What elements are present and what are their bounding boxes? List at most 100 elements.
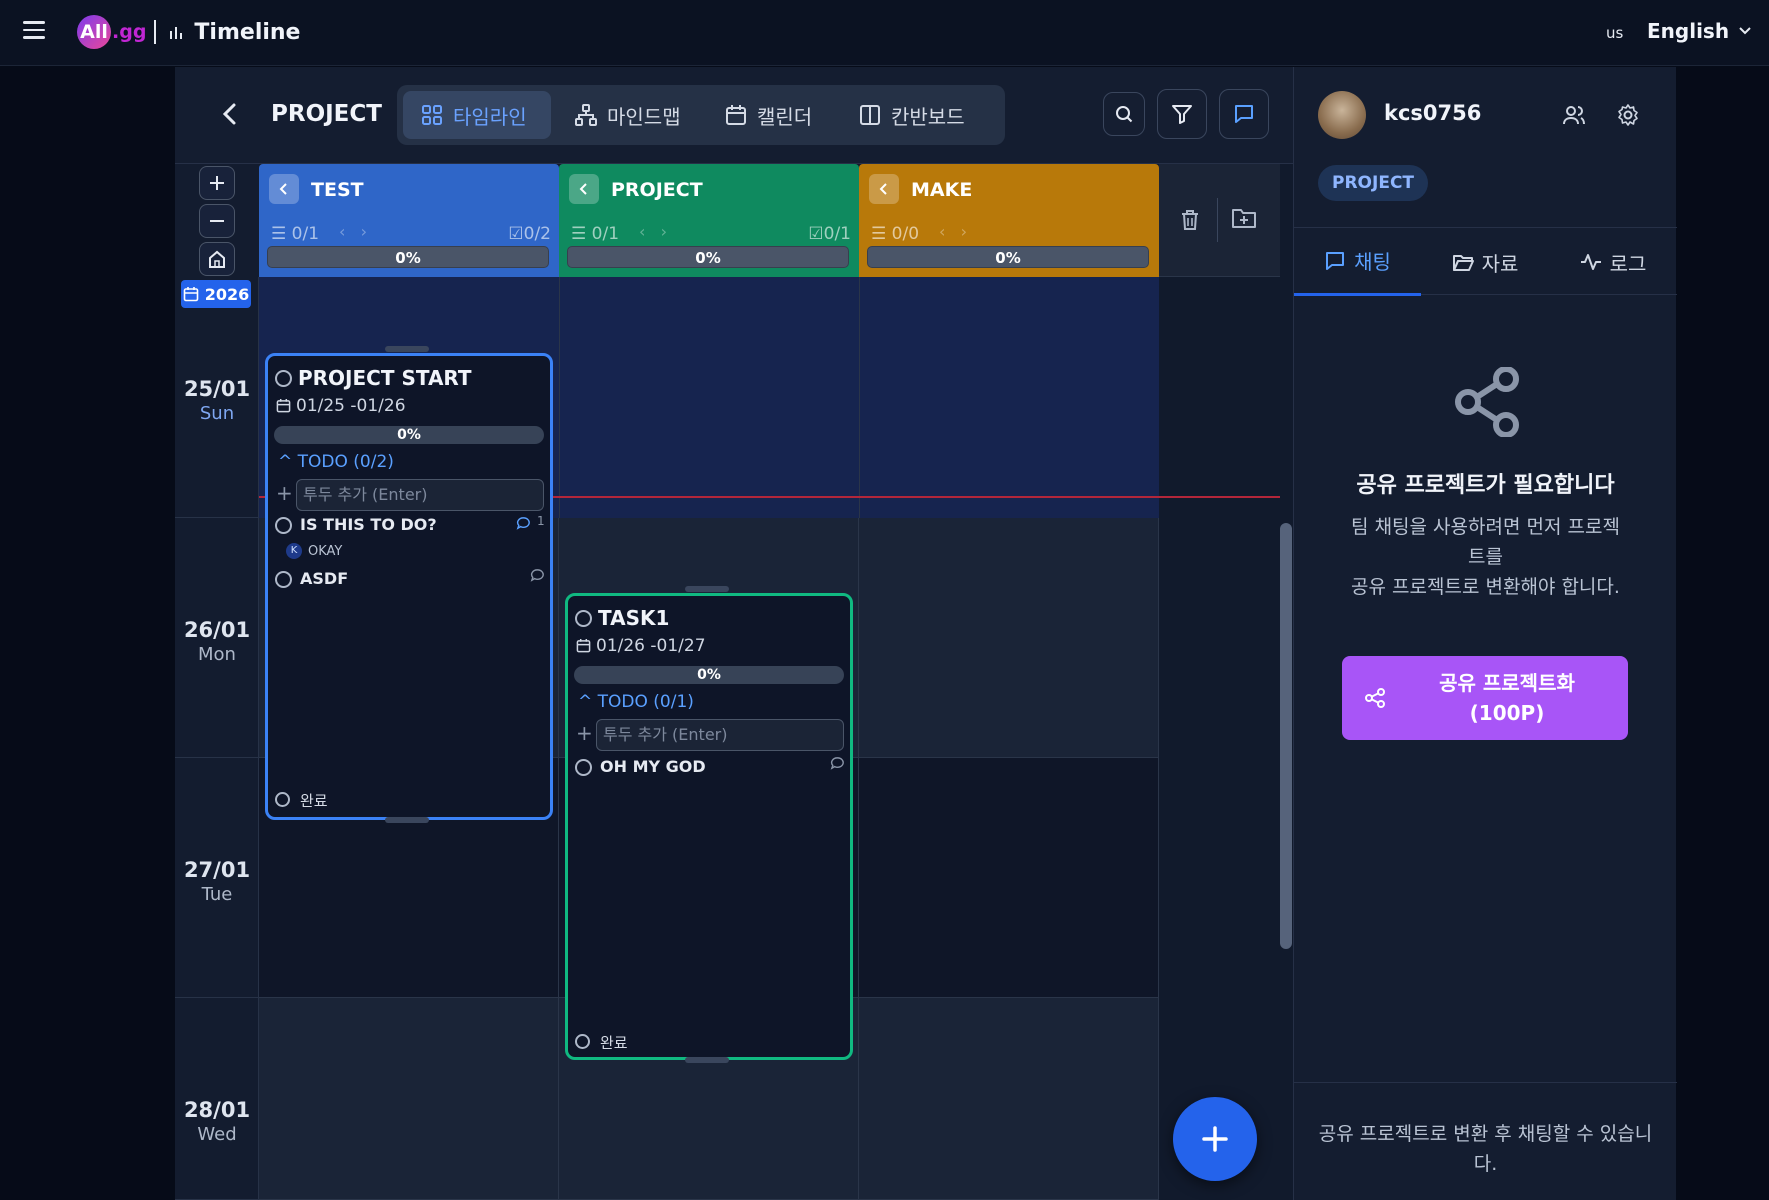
lane-count-value: 0/0 <box>891 224 920 244</box>
tab-label: 마인드맵 <box>607 104 681 129</box>
todo-item[interactable]: IS THIS TO DO? <box>300 515 437 534</box>
plus-icon <box>210 176 224 190</box>
lane-cell[interactable] <box>859 998 1159 1200</box>
filter-icon <box>1172 105 1192 124</box>
todo-checkbox[interactable] <box>275 517 292 534</box>
tab-mindmap[interactable]: 마인드맵 <box>557 91 703 139</box>
back-icon[interactable] <box>215 99 245 129</box>
tab-kanban[interactable]: 칸반보드 <box>841 91 997 139</box>
lane-cell[interactable] <box>259 998 559 1200</box>
search-button[interactable] <box>1103 92 1145 136</box>
lane-nav-arrows[interactable]: ‹ › <box>339 222 367 241</box>
users-icon[interactable] <box>1562 103 1586 127</box>
page-title: PROJECT <box>271 101 382 127</box>
day-cell: 27/01 Tue <box>175 758 259 998</box>
day-weekday: Wed <box>197 1124 237 1145</box>
task-card-project-start[interactable]: PROJECT START 01/25 -01/26 0% ^ TODO (0/… <box>265 353 553 820</box>
tab-log[interactable]: 로그 <box>1549 228 1677 296</box>
home-icon <box>209 250 225 268</box>
lane-header-project[interactable]: PROJECT ☰ 0/1 ‹ › ☑0/1 0% <box>559 164 859 277</box>
add-task-button[interactable] <box>1173 1097 1257 1181</box>
todo-item[interactable]: OH MY GOD <box>600 757 706 776</box>
grid-icon <box>422 105 442 125</box>
lane-nav-arrows[interactable]: ‹ › <box>639 222 667 241</box>
trash-icon[interactable] <box>1179 208 1201 232</box>
comment-icon[interactable] <box>530 568 545 583</box>
todo-checkbox[interactable] <box>575 759 592 776</box>
app-header: All .gg Timeline us English <box>0 0 1769 66</box>
lane-header-test[interactable]: TEST ☰ 0/1 ‹ › ☑0/2 0% <box>259 164 559 277</box>
tab-chat[interactable]: 채팅 <box>1294 228 1421 296</box>
day-date: 25/01 <box>183 377 251 401</box>
lane-check-count: ☑0/2 <box>508 224 551 244</box>
folder-plus-icon[interactable] <box>1231 206 1257 230</box>
resize-handle-bottom[interactable] <box>385 817 429 823</box>
task-complete-checkbox[interactable] <box>275 370 292 387</box>
comment-icon[interactable] <box>516 516 531 531</box>
lane-task-count: ☰ 0/0 <box>871 224 920 244</box>
lane-cell[interactable] <box>859 518 1159 758</box>
resize-handle-top[interactable] <box>685 586 729 592</box>
comment-icon[interactable] <box>830 756 845 771</box>
todo-header: TODO (0/1) <box>597 692 694 712</box>
day-date: 26/01 <box>183 618 251 642</box>
search-icon <box>1116 106 1133 123</box>
day-cell: 25/01 Sun <box>175 277 259 518</box>
collapse-lane-button[interactable] <box>269 174 299 204</box>
todo-toggle[interactable]: ^ TODO (0/1) <box>578 692 694 712</box>
timeline-grid: 25/01 Sun 26/01 Mon 27/01 Tue 28/01 Wed <box>175 164 1293 1200</box>
share-heading: 공유 프로젝트가 필요합니다 <box>1356 473 1615 498</box>
todo-add-input[interactable]: 투두 추가 (Enter) <box>296 479 544 511</box>
menu-icon[interactable] <box>23 21 45 39</box>
calendar-icon <box>276 398 291 413</box>
tab-files[interactable]: 자료 <box>1421 228 1549 296</box>
lane-count-value: 0/1 <box>291 224 320 244</box>
task-progress: 0% <box>274 426 544 444</box>
gear-icon[interactable] <box>1616 103 1640 127</box>
lane-cell[interactable] <box>859 758 1159 998</box>
avatar: K <box>286 543 302 559</box>
day-weekday: Mon <box>198 644 236 665</box>
day-date: 28/01 <box>183 1098 251 1122</box>
task-card-task1[interactable]: TASK1 01/26 -01/27 0% ^ TODO (0/1) + 투두 … <box>565 593 853 1060</box>
chat-toggle-button[interactable] <box>1219 89 1269 139</box>
lane-header-make[interactable]: MAKE ☰ 0/0 ‹ › 0% <box>859 164 1159 277</box>
lane-progress: 0% <box>267 246 549 268</box>
vertical-scrollbar[interactable] <box>1280 523 1292 949</box>
day-weekday: Sun <box>199 403 235 424</box>
lane-nav-arrows[interactable]: ‹ › <box>939 222 967 241</box>
tab-timeline[interactable]: 타임라인 <box>403 91 551 139</box>
tools-divider <box>1217 198 1218 242</box>
home-button[interactable] <box>199 242 235 276</box>
todo-checkbox[interactable] <box>275 571 292 588</box>
language-selector[interactable]: English <box>1647 19 1729 43</box>
collapse-lane-button[interactable] <box>869 174 899 204</box>
avatar[interactable] <box>1318 91 1366 139</box>
tab-label: 타임라인 <box>453 104 527 129</box>
plus-icon <box>1202 1126 1228 1152</box>
year-badge[interactable]: 2026 <box>181 280 251 308</box>
collapse-lane-button[interactable] <box>569 174 599 204</box>
lane-name: PROJECT <box>611 179 703 201</box>
done-checkbox[interactable] <box>575 1034 590 1049</box>
zoom-in-button[interactable] <box>199 166 235 200</box>
convert-to-shared-button[interactable]: 공유 프로젝트화 (100P) <box>1342 656 1628 740</box>
todo-add-input[interactable]: 투두 추가 (Enter) <box>596 719 844 751</box>
right-gutter <box>1676 67 1769 1200</box>
todo-toggle[interactable]: ^ TODO (0/2) <box>278 452 394 472</box>
filter-button[interactable] <box>1157 89 1207 139</box>
day-cell: 26/01 Mon <box>175 518 259 758</box>
chevron-down-icon[interactable] <box>1737 22 1753 38</box>
zoom-out-button[interactable] <box>199 204 235 238</box>
tab-calendar[interactable]: 캘린더 <box>707 91 837 139</box>
todo-header: TODO (0/2) <box>297 452 394 472</box>
convert-button-cost: (100P) <box>1469 701 1545 725</box>
resize-handle-bottom[interactable] <box>685 1057 729 1063</box>
columns-icon <box>860 105 880 125</box>
resize-handle-top[interactable] <box>385 346 429 352</box>
task-complete-checkbox[interactable] <box>575 610 592 627</box>
app-logo[interactable]: All .gg Timeline <box>77 14 300 50</box>
todo-item[interactable]: ASDF <box>300 569 348 588</box>
done-checkbox[interactable] <box>275 792 290 807</box>
lane-check-value: 0/2 <box>523 224 551 244</box>
